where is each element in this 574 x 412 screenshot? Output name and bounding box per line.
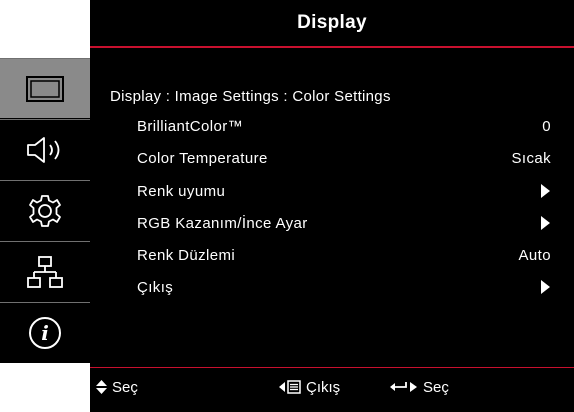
speaker-icon xyxy=(27,136,60,163)
tab-info[interactable]: i xyxy=(0,302,90,362)
menu-item-label: RGB Kazanım/İnce Ayar xyxy=(137,214,308,232)
submenu-arrow-icon xyxy=(541,184,550,198)
breadcrumb: Display : Image Settings : Color Setting… xyxy=(110,88,391,105)
settings-gear-icon xyxy=(29,194,61,227)
menu-item-label: Çıkış xyxy=(137,278,174,296)
menu-item-label: Renk Düzlemi xyxy=(137,246,236,264)
footer-hint-select: Seç xyxy=(96,372,138,402)
svg-text:i: i xyxy=(41,321,49,345)
menu-item-color-space[interactable]: Renk Düzlemi Auto xyxy=(137,243,551,267)
menu-item-label: Color Temperature xyxy=(137,149,268,167)
menu-item-rgb-gain-bias[interactable]: RGB Kazanım/İnce Ayar xyxy=(137,211,551,235)
menu-item-value: Sıcak xyxy=(511,149,551,167)
footer-hint-label: Çıkış xyxy=(306,378,341,396)
header-divider xyxy=(90,46,574,48)
submenu-arrow-icon xyxy=(541,216,550,230)
osd-menu: Display Display : Image Settings : Color… xyxy=(90,0,574,412)
menu-item-value: 0 xyxy=(542,117,551,135)
menu-item-label: Renk uyumu xyxy=(137,182,226,200)
footer-hints: Seç Çıkış Seç xyxy=(90,372,574,402)
footer-divider xyxy=(90,367,574,368)
menu-item-value: Auto xyxy=(518,246,551,264)
left-arrow-menu-icon xyxy=(279,380,301,394)
tab-network[interactable] xyxy=(0,241,90,301)
up-down-arrows-icon xyxy=(96,380,107,394)
menu-item-color-matching[interactable]: Renk uyumu xyxy=(137,179,551,203)
footer-hint-label: Seç xyxy=(423,378,449,396)
sidebar: i xyxy=(0,58,90,363)
footer-hint-exit: Çıkış xyxy=(279,372,340,402)
menu-item-label: BrilliantColor™ xyxy=(137,117,244,135)
menu-item-color-temperature[interactable]: Color Temperature Sıcak xyxy=(137,146,551,170)
info-icon: i xyxy=(29,316,61,349)
tab-audio[interactable] xyxy=(0,119,90,179)
enter-arrow-icon xyxy=(390,382,417,392)
footer-hint-enter: Seç xyxy=(390,372,449,402)
tab-display[interactable] xyxy=(0,58,90,118)
menu-item-brilliantcolor[interactable]: BrilliantColor™ 0 xyxy=(137,114,551,138)
tab-settings[interactable] xyxy=(0,180,90,240)
menu-title: Display xyxy=(297,12,367,33)
display-icon xyxy=(26,75,64,102)
network-icon xyxy=(27,255,63,288)
submenu-arrow-icon xyxy=(541,280,550,294)
footer-hint-label: Seç xyxy=(112,378,138,396)
menu-item-exit[interactable]: Çıkış xyxy=(137,275,551,299)
